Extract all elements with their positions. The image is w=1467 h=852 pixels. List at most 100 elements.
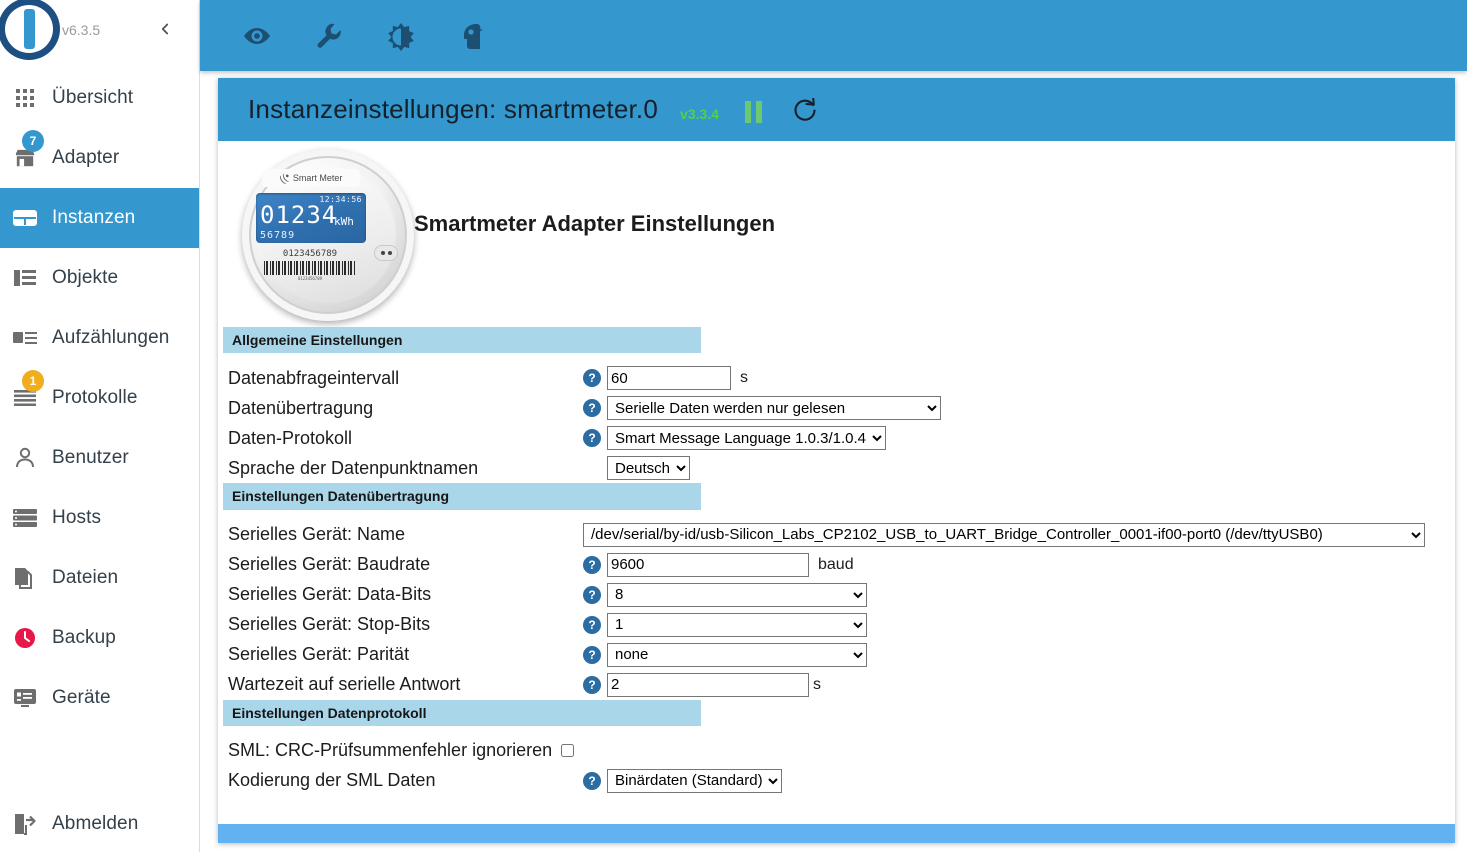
sidebar-item-label: Hosts xyxy=(52,507,102,528)
adapter-badge: 7 xyxy=(22,130,44,152)
sidebar-item-adapter[interactable]: 7 Adapter xyxy=(0,128,199,188)
encoding-select[interactable]: Binärdaten (Standard) xyxy=(607,768,782,793)
sidebar-item-label: Benutzer xyxy=(52,447,129,468)
instance-settings-panel: Instanzeinstellungen: smartmeter.0 v3.3.… xyxy=(218,78,1455,843)
iobroker-logo-icon xyxy=(0,0,60,60)
sidebar-item-abmelden[interactable]: Abmelden xyxy=(0,796,199,852)
help-icon[interactable]: ? xyxy=(583,585,601,604)
sidebar-item-label: Adapter xyxy=(52,147,120,168)
help-icon[interactable]: ? xyxy=(583,399,601,418)
footer-action-bar xyxy=(218,824,1455,843)
help-icon[interactable]: ? xyxy=(583,369,601,388)
sidebar-item-label: Abmelden xyxy=(52,813,139,834)
help-icon[interactable]: ? xyxy=(583,771,601,790)
poll-interval-input[interactable] xyxy=(607,366,731,391)
help-icon[interactable]: ? xyxy=(583,615,601,634)
field-row-protocol: Daten-Protokoll ? Smart Message Language… xyxy=(223,423,1448,453)
objects-icon xyxy=(8,264,42,292)
stop-bits-select[interactable]: 1 xyxy=(607,612,867,637)
sidebar-item-label: Geräte xyxy=(52,687,111,708)
help-icon[interactable]: ? xyxy=(583,555,601,574)
help-icon[interactable]: ? xyxy=(583,645,601,664)
meter-barcode-text: 0123456789 xyxy=(297,276,323,281)
meter-brand-label: Smart Meter xyxy=(292,173,343,183)
sidebar-item-aufzaehlungen[interactable]: Aufzählungen xyxy=(0,308,199,368)
section-header-protocol: Einstellungen Datenprotokoll xyxy=(223,699,701,726)
sidebar-item-instanzen[interactable]: Instanzen xyxy=(0,188,199,248)
field-row-crc-ignore: SML: CRC-Prüfsummenfehler ignorieren xyxy=(223,736,1448,766)
meter-leds xyxy=(374,245,398,261)
grid-icon xyxy=(8,84,42,112)
enums-icon xyxy=(8,324,42,352)
field-row-language: Sprache der Datenpunktnamen ? Deutsch xyxy=(223,453,1448,483)
sidebar-item-benutzer[interactable]: Benutzer xyxy=(0,428,199,488)
field-row-device-name: Serielles Gerät: Name ? /dev/serial/by-i… xyxy=(223,520,1448,550)
sidebar-item-label: Übersicht xyxy=(52,87,134,108)
language-select[interactable]: Deutsch xyxy=(607,456,690,481)
field-row-poll-interval: Datenabfrageintervall ? s xyxy=(223,363,1448,393)
sidebar-item-dateien[interactable]: Dateien xyxy=(0,548,199,608)
field-label: Serielles Gerät: Parität xyxy=(228,644,410,665)
field-row-transmission: Datenübertragung ? Serielle Daten werden… xyxy=(223,393,1448,423)
sidebar-brand: v6.3.5 xyxy=(0,0,199,68)
sidebar-item-protokolle[interactable]: 1 Protokolle xyxy=(0,368,199,428)
serial-device-select[interactable]: /dev/serial/by-id/usb-Silicon_Labs_CP210… xyxy=(583,522,1425,547)
field-row-stop-bits: Serielles Gerät: Stop-Bits ? 1 xyxy=(223,610,1448,640)
wait-time-input[interactable] xyxy=(607,672,809,697)
data-bits-select[interactable]: 8 xyxy=(607,582,867,607)
chevron-left-icon[interactable] xyxy=(152,16,178,42)
sidebar-item-label: Instanzen xyxy=(52,207,136,228)
adapter-version: v3.3.4 xyxy=(680,105,719,122)
field-label: Serielles Gerät: Stop-Bits xyxy=(228,614,431,635)
barcode-icon xyxy=(264,261,356,275)
sidebar-item-objekte[interactable]: Objekte xyxy=(0,248,199,308)
sidebar-version: v6.3.5 xyxy=(62,22,101,38)
logout-icon xyxy=(8,810,42,838)
app-root: v6.3.5 Übersicht 7 Adapter Instanzen Obj… xyxy=(0,0,1467,852)
contrast-icon[interactable] xyxy=(384,19,418,53)
sidebar-item-hosts[interactable]: Hosts xyxy=(0,488,199,548)
eye-icon[interactable] xyxy=(240,19,274,53)
help-icon[interactable]: ? xyxy=(583,429,601,448)
meter-brand: ((• Smart Meter xyxy=(262,169,360,187)
meter-lcd-unit: kWh xyxy=(334,215,354,228)
expert-head-icon[interactable] xyxy=(456,19,490,53)
field-label: Serielles Gerät: Name xyxy=(228,524,406,545)
smartmeter-logo-image: ((• Smart Meter 12:34:56 01234 kWh 56789… xyxy=(232,145,422,325)
instances-icon xyxy=(8,204,42,232)
page-title: Instanzeinstellungen: smartmeter.0 xyxy=(248,94,659,124)
field-row-baudrate: Serielles Gerät: Baudrate ? baud xyxy=(223,550,1448,580)
parity-select[interactable]: none xyxy=(607,642,867,667)
baudrate-input[interactable] xyxy=(607,552,809,577)
field-row-data-bits: Serielles Gerät: Data-Bits ? 8 xyxy=(223,580,1448,610)
meter-lcd: 12:34:56 01234 kWh 56789 xyxy=(256,193,366,243)
transmission-select[interactable]: Serielle Daten werden nur gelesen xyxy=(607,396,941,421)
field-row-parity: Serielles Gerät: Parität ? none xyxy=(223,640,1448,670)
pause-icon[interactable] xyxy=(744,100,762,123)
field-label: Kodierung der SML Daten xyxy=(228,770,436,791)
refresh-icon[interactable] xyxy=(792,98,818,124)
protokolle-badge: 1 xyxy=(22,370,44,392)
section-header-transfer: Einstellungen Datenübertragung xyxy=(223,483,701,510)
field-label: Wartezeit auf serielle Antwort xyxy=(228,674,461,695)
field-unit: s xyxy=(740,369,748,387)
protocol-select[interactable]: Smart Message Language 1.0.3/1.0.4 xyxy=(607,426,886,451)
crc-ignore-checkbox[interactable] xyxy=(561,744,575,758)
hosts-icon xyxy=(8,504,42,532)
sidebar-item-label: Dateien xyxy=(52,567,119,588)
wrench-icon[interactable] xyxy=(312,19,346,53)
help-icon[interactable]: ? xyxy=(583,675,601,694)
wifi-icon: ((• xyxy=(277,170,293,186)
sidebar-item-geraete[interactable]: Geräte xyxy=(0,668,199,728)
field-unit: s xyxy=(813,675,821,693)
sidebar-item-label: Protokolle xyxy=(52,387,138,408)
field-label: Serielles Gerät: Baudrate xyxy=(228,554,431,575)
sidebar-item-uebersicht[interactable]: Übersicht xyxy=(0,68,199,128)
sidebar-item-backup[interactable]: Backup xyxy=(0,608,199,668)
field-row-encoding: Kodierung der SML Daten ? Binärdaten (St… xyxy=(223,766,1448,796)
section-header-general: Allgemeine Einstellungen xyxy=(223,327,701,354)
field-label: Daten-Protokoll xyxy=(228,427,353,448)
sidebar-item-label: Aufzählungen xyxy=(52,327,170,348)
field-label: Sprache der Datenpunktnamen xyxy=(228,457,479,478)
settings-form: Allgemeine Einstellungen Datenabfrageint… xyxy=(223,327,1448,796)
